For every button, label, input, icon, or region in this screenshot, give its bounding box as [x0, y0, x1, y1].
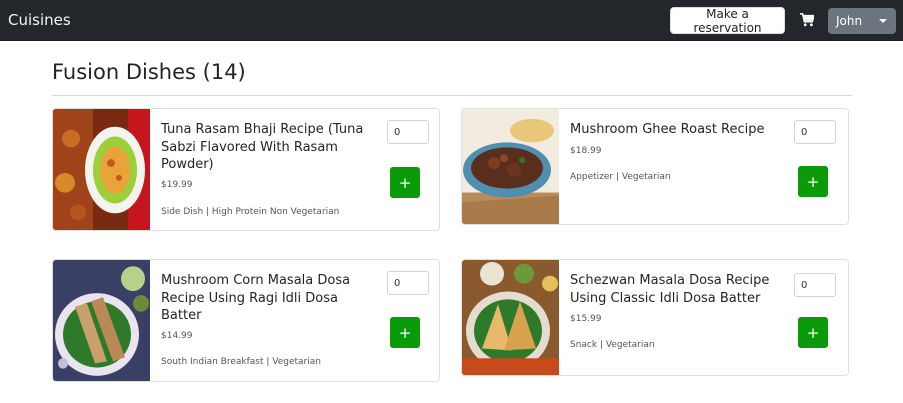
dish-name: Tuna Rasam Bhaji Recipe (Tuna Sabzi Flav…: [161, 122, 364, 172]
dish-tags: Side Dish | High Protein Non Vegetarian: [161, 207, 340, 217]
dish-image: [462, 260, 559, 375]
dish-tags: Appetizer | Vegetarian: [570, 172, 671, 182]
quantity-input[interactable]: [794, 120, 836, 144]
add-to-cart-button[interactable]: +: [798, 317, 828, 348]
dish-price: $19.99: [161, 180, 193, 190]
dish-price: $15.99: [570, 314, 602, 324]
dish-card: Schezwan Masala Dosa Recipe Using Classi…: [461, 259, 849, 376]
quantity-input[interactable]: [387, 271, 429, 295]
page-title: Fusion Dishes (14): [52, 60, 246, 84]
quantity-input[interactable]: [387, 120, 429, 144]
shopping-cart-icon[interactable]: [800, 12, 816, 27]
caret-down-icon: [879, 19, 887, 23]
user-menu-dropdown[interactable]: John: [828, 8, 896, 34]
title-divider: [52, 95, 852, 96]
quantity-input[interactable]: [794, 273, 836, 297]
dish-name: Mushroom Ghee Roast Recipe: [570, 122, 765, 137]
add-to-cart-button[interactable]: +: [390, 317, 420, 348]
make-reservation-button[interactable]: Make a reservation: [670, 7, 785, 35]
dish-image: [53, 109, 150, 230]
dish-card: Mushroom Corn Masala Dosa Recipe Using R…: [52, 259, 440, 382]
top-navbar: Cuisines Make a reservation John: [0, 0, 903, 41]
brand-link[interactable]: Cuisines: [8, 11, 71, 29]
dish-tags: South Indian Breakfast | Vegetarian: [161, 357, 321, 367]
user-name: John: [836, 14, 863, 28]
dish-image: [462, 109, 559, 224]
dish-card: Mushroom Ghee Roast Recipe $18.99 Appeti…: [461, 108, 849, 225]
dish-price: $14.99: [161, 331, 193, 341]
dish-tags: Snack | Vegetarian: [570, 340, 655, 350]
dish-name: Mushroom Corn Masala Dosa Recipe Using R…: [161, 273, 351, 323]
dish-image: [53, 260, 150, 381]
dish-price: $18.99: [570, 146, 602, 156]
add-to-cart-button[interactable]: +: [798, 166, 828, 197]
add-to-cart-button[interactable]: +: [390, 167, 420, 198]
dish-name: Schezwan Masala Dosa Recipe Using Classi…: [570, 273, 770, 306]
dish-card: Tuna Rasam Bhaji Recipe (Tuna Sabzi Flav…: [52, 108, 440, 231]
